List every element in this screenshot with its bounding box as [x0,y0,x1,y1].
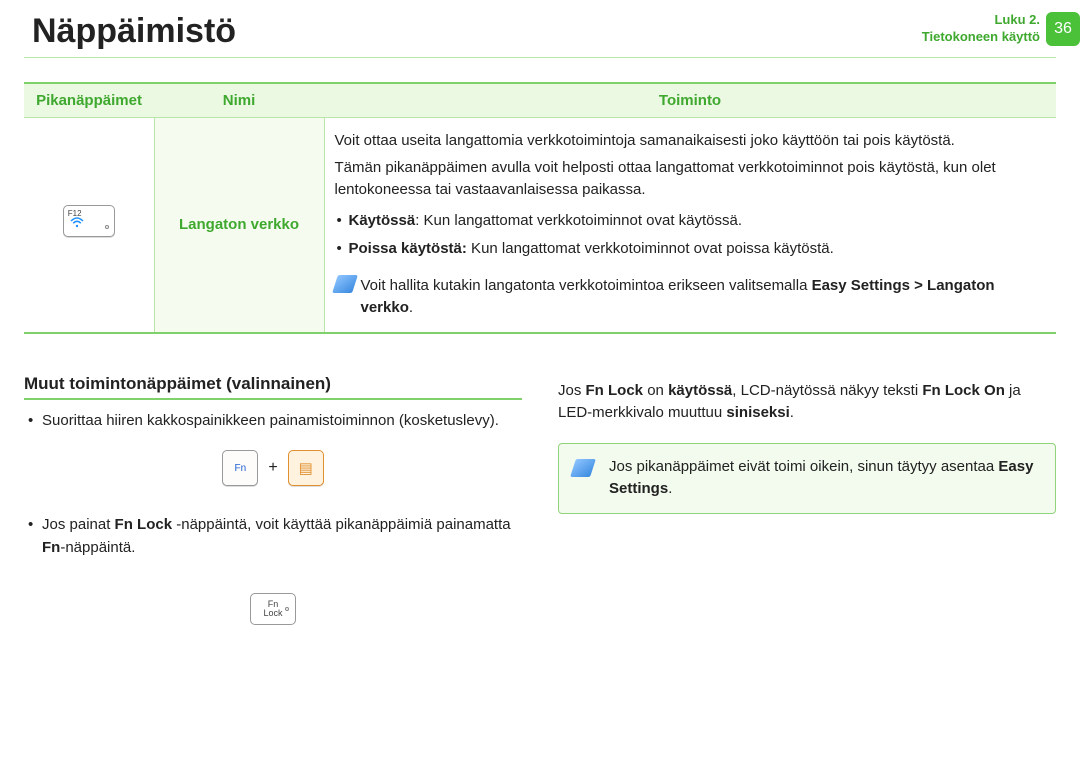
column-left: Muut toimintonäppäimet (valinnainen) Suo… [24,374,522,626]
func-tip-text: Voit hallita kutakin langatonta verkkoto… [361,275,1047,320]
page-header: Näppäimistö Luku 2. Tietokoneen käyttö 3… [0,0,1080,57]
func-on-text: : Kun langattomat verkkotoiminnot ovat k… [415,212,742,229]
func-off-label: Poissa käytöstä: [349,240,467,257]
rp-m2: , LCD-näytössä näkyy teksti [732,382,922,399]
th-shortcuts: Pikanäppäimet [24,83,154,118]
info-text: Jos pikanäppäimet eivät toimi oikein, si… [609,456,1041,501]
header-divider [24,57,1056,58]
plus-symbol: + [268,459,277,477]
li2-b1: Fn Lock [115,516,173,533]
fn-lock-line2: Lock [263,609,282,618]
lower-columns: Muut toimintonäppäimet (valinnainen) Suo… [0,374,1080,626]
rp-b3: Fn Lock On [922,382,1005,399]
func-tip: Voit hallita kutakin langatonta verkkoto… [335,275,1047,320]
section-heading: Muut toimintonäppäimet (valinnainen) [24,374,522,400]
info-box: Jos pikanäppäimet eivät toimi oikein, si… [558,443,1056,514]
context-menu-key-icon: ▤ [288,450,324,486]
rp-post: . [790,404,794,421]
li2-pre: Jos painat [42,516,115,533]
func-bullet-off: Poissa käytöstä: Kun langattomat verkkot… [335,238,1047,261]
rp-b4: siniseksi [726,404,789,421]
cell-function: Voit ottaa useita langattomia verkkotoim… [324,118,1056,333]
chapter-line-2: Tietokoneen käyttö [922,29,1040,44]
wifi-icon [70,215,84,233]
fn-key-label: Fn [234,463,246,474]
func-bullet-on: Käytössä: Kun langattomat verkkotoiminno… [335,210,1047,233]
cell-name: Langaton verkko [154,118,324,333]
page-title: Näppäimistö [32,12,236,51]
tip-icon [570,459,596,477]
menu-glyph-icon: ▤ [299,461,313,476]
func-p2: Tämän pikanäppäimen avulla voit helposti… [335,157,1047,202]
rp-b2: käytössä [668,382,732,399]
tip-pre: Voit hallita kutakin langatonta verkkoto… [361,277,812,294]
page-number-badge: 36 [1046,12,1080,46]
chapter-line-1: Luku 2. [994,12,1040,27]
key-combo: Fn + ▤ [24,450,522,486]
table-row: F12 Langaton verkko Voit ottaa useita la… [24,118,1056,333]
right-paragraph: Jos Fn Lock on käytössä, LCD-näytössä nä… [558,380,1056,425]
tip-post: . [409,299,413,316]
li2-b2: Fn [42,539,60,556]
info-post: . [668,480,672,497]
fn-key-icon: Fn [222,450,258,486]
tip-icon [332,275,358,293]
led-dot-icon [105,225,109,229]
chapter-block: Luku 2. Tietokoneen käyttö 36 [922,12,1080,46]
rp-pre: Jos [558,382,586,399]
th-function: Toiminto [324,83,1056,118]
th-name: Nimi [154,83,324,118]
func-p1: Voit ottaa useita langattomia verkkotoim… [335,130,1047,153]
func-on-label: Käytössä [349,212,416,229]
fn-lock-key-icon: Fn Lock [250,593,296,625]
column-right: Jos Fn Lock on käytössä, LCD-näytössä nä… [558,374,1056,626]
left-item-2: Jos painat Fn Lock -näppäintä, voit käyt… [24,514,522,559]
li2-post: -näppäintä. [60,539,135,556]
rp-m1: on [643,382,668,399]
chapter-text: Luku 2. Tietokoneen käyttö [922,12,1040,46]
led-dot-icon [285,607,289,611]
info-pre: Jos pikanäppäimet eivät toimi oikein, si… [609,458,998,475]
func-off-text: Kun langattomat verkkotoiminnot ovat poi… [467,240,834,257]
shortcut-table: Pikanäppäimet Nimi Toiminto F12 Langaton… [24,82,1056,334]
rp-b1: Fn Lock [586,382,644,399]
left-item-1: Suorittaa hiiren kakkospainikkeen painam… [24,410,522,433]
li2-mid: -näppäintä, voit käyttää pikanäppäimiä p… [172,516,511,533]
f12-key-icon: F12 [63,205,115,237]
cell-key-icon: F12 [24,118,154,333]
